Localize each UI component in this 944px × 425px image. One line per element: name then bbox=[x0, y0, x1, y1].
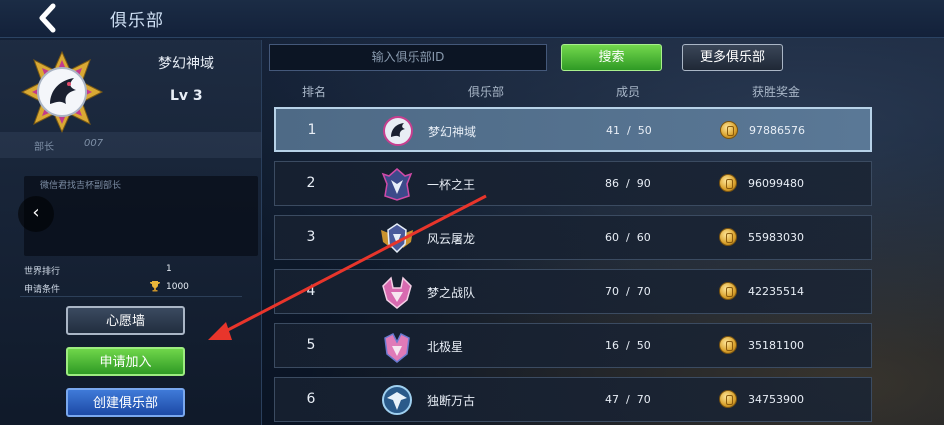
prize-amount: 96099480 bbox=[748, 177, 804, 190]
dragon-emblem-icon bbox=[383, 116, 413, 146]
column-header-members: 成员 bbox=[616, 85, 641, 99]
back-arrow-icon[interactable] bbox=[34, 3, 64, 33]
member-count: 60 / 60 bbox=[605, 231, 651, 244]
prize-amount: 97886576 bbox=[749, 124, 805, 137]
club-row-3[interactable]: 3 风云屠龙 60 / 60 55983030 bbox=[274, 215, 872, 260]
member-count: 86 / 90 bbox=[605, 177, 651, 190]
club-name: 北极星 bbox=[427, 340, 464, 354]
wolf-emblem-icon bbox=[381, 168, 413, 201]
prize-amount: 34753900 bbox=[748, 393, 804, 406]
club-row-6[interactable]: 6 独断万古 47 / 70 34753900 bbox=[274, 377, 872, 422]
apply-join-button[interactable]: 申请加入 bbox=[66, 347, 185, 376]
world-rank-label: 世界排行 bbox=[24, 267, 61, 277]
requirement-label: 申请条件 bbox=[24, 285, 61, 295]
rank-number: 2 bbox=[306, 175, 316, 191]
leader-row: 部长 007 bbox=[0, 132, 262, 158]
club-name: 梦之战队 bbox=[427, 286, 476, 300]
club-id-search-input[interactable]: 输入俱乐部ID bbox=[269, 44, 547, 71]
club-info-panel: 梦幻神域 Lv 3 部长 007 微信君找吉杯副部长 ‹ 世界排行 1 申请条件… bbox=[0, 40, 262, 425]
winged-shield-icon bbox=[381, 223, 413, 254]
member-count: 16 / 50 bbox=[605, 339, 651, 352]
page-title: 俱乐部 bbox=[110, 11, 164, 31]
club-name: 一杯之王 bbox=[427, 178, 476, 192]
club-level: Lv 3 bbox=[170, 88, 203, 104]
eagle-emblem-icon bbox=[382, 385, 412, 415]
member-count: 70 / 70 bbox=[605, 285, 651, 298]
notice-text: 微信君找吉杯副部长 bbox=[40, 181, 122, 191]
coin-icon bbox=[719, 336, 737, 354]
club-notice: 微信君找吉杯副部长 bbox=[24, 176, 258, 256]
rank-number: 1 bbox=[307, 122, 317, 138]
column-header-rank: 排名 bbox=[302, 85, 327, 99]
divider bbox=[20, 296, 242, 297]
coin-icon bbox=[720, 121, 738, 139]
leader-label: 部长 bbox=[34, 142, 54, 153]
requirement-value: 1000 bbox=[166, 282, 189, 292]
column-header-club: 俱乐部 bbox=[468, 85, 505, 99]
rank-number: 5 bbox=[306, 337, 316, 353]
prize-amount: 55983030 bbox=[748, 231, 804, 244]
leader-value: 007 bbox=[84, 138, 104, 149]
club-name: 梦幻神域 bbox=[428, 125, 477, 139]
fox-emblem-icon bbox=[384, 332, 410, 363]
create-club-button[interactable]: 创建俱乐部 bbox=[66, 388, 185, 417]
top-bar: 俱乐部 bbox=[0, 0, 944, 38]
rank-number: 6 bbox=[306, 391, 316, 407]
column-header-prize: 获胜奖金 bbox=[752, 85, 801, 99]
trophy-icon bbox=[150, 281, 160, 292]
wish-wall-button[interactable]: 心愿墙 bbox=[66, 306, 185, 335]
club-row-5[interactable]: 5 北极星 16 / 50 35181100 bbox=[274, 323, 872, 368]
coin-icon bbox=[719, 390, 737, 408]
club-name: 独断万古 bbox=[427, 394, 476, 408]
rank-number: 3 bbox=[306, 229, 316, 245]
member-count: 47 / 70 bbox=[605, 393, 651, 406]
fox-emblem-icon bbox=[382, 276, 412, 309]
more-clubs-button[interactable]: 更多俱乐部 bbox=[682, 44, 783, 71]
prize-amount: 42235514 bbox=[748, 285, 804, 298]
club-row-4[interactable]: 4 梦之战队 70 / 70 42235514 bbox=[274, 269, 872, 314]
coin-icon bbox=[719, 228, 737, 246]
rank-number: 4 bbox=[306, 283, 316, 299]
chevron-left-icon[interactable]: ‹ bbox=[18, 196, 54, 232]
club-row-1[interactable]: 1 梦幻神域 41 / 50 97886576 bbox=[274, 107, 872, 152]
club-name: 梦幻神域 bbox=[158, 56, 214, 72]
member-count: 41 / 50 bbox=[606, 124, 652, 137]
world-rank-value: 1 bbox=[166, 264, 172, 274]
dragon-emblem-icon bbox=[20, 50, 104, 134]
club-name: 风云屠龙 bbox=[427, 232, 476, 246]
search-button[interactable]: 搜索 bbox=[561, 44, 662, 71]
prize-amount: 35181100 bbox=[748, 339, 804, 352]
coin-icon bbox=[719, 174, 737, 192]
club-row-2[interactable]: 2 一杯之王 86 / 90 96099480 bbox=[274, 161, 872, 206]
coin-icon bbox=[719, 282, 737, 300]
